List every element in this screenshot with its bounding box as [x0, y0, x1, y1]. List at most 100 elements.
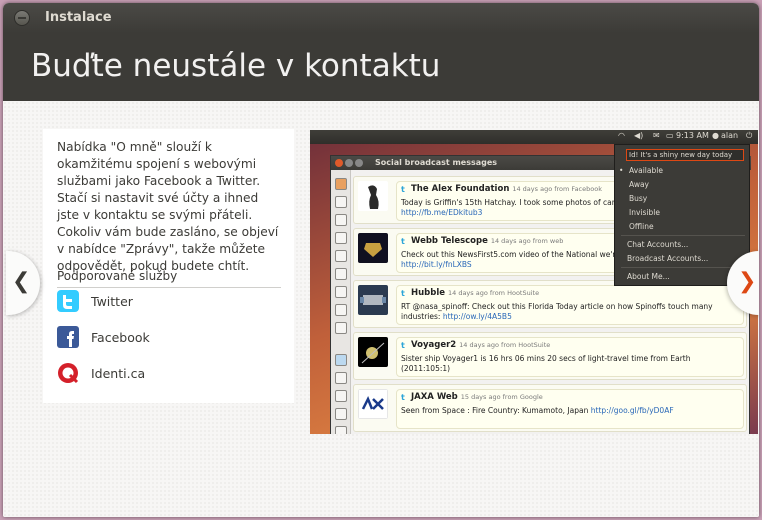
mail-icon	[335, 390, 347, 402]
message-meta: 15 days ago from Google	[460, 393, 543, 401]
menu-status-away[interactable]: Away	[629, 180, 649, 189]
service-identica: Identi.ca	[57, 362, 277, 388]
message-text: RT @nasa_spinoff: Check out this Florida…	[401, 302, 741, 322]
menu-status-available[interactable]: Available	[629, 166, 663, 175]
previous-slide-button[interactable]: ❮	[6, 251, 40, 315]
twitter-icon: t	[401, 185, 405, 194]
maximize-icon	[355, 159, 363, 167]
menu-status-invisible[interactable]: Invisible	[629, 208, 660, 217]
message-link[interactable]: http://ow.ly/4A5B5	[443, 312, 512, 321]
mail-icon: ✉	[653, 131, 660, 140]
volume-icon: ◀)	[634, 131, 644, 140]
service-facebook: Facebook	[57, 326, 277, 352]
link-icon	[335, 268, 347, 280]
identica-icon	[58, 363, 79, 384]
feature-screenshot: ◠ ◀) ✉ ▭ 9:13 AM ● alan ⏻ Social broadca…	[310, 130, 758, 434]
minimize-icon	[345, 159, 353, 167]
avatar	[358, 233, 388, 263]
header-band: Buďte neustále v kontaktu	[3, 33, 759, 101]
power-icon: ⏻	[746, 131, 753, 140]
message-bubble: t Hubble 14 days ago from HootSuite RT @…	[396, 285, 744, 325]
mail-icon	[335, 214, 347, 226]
preview-app-title: Social broadcast messages	[375, 158, 498, 167]
replies-icon	[335, 372, 347, 384]
message-meta: 14 days ago from web	[490, 237, 564, 245]
upload-icon	[335, 322, 347, 334]
menu-status-offline[interactable]: Offline	[629, 222, 654, 231]
message-link[interactable]: http://fb.me/EDkitub3	[401, 208, 482, 217]
twitter-icon: t	[401, 289, 405, 298]
title-bar: Instalace	[3, 3, 759, 33]
message-text: Sister ship Voyager1 is 16 hrs 06 mins 2…	[401, 354, 741, 374]
message-meta: 14 days ago from Facebook	[512, 185, 602, 193]
service-label: Facebook	[91, 330, 150, 345]
slide-content: Nabídka "O mně" slouží k okamžitému spoj…	[3, 101, 759, 517]
message-author: JAXA Web 15 days ago from Google	[411, 392, 543, 402]
service-label: Identi.ca	[91, 366, 146, 381]
me-menu: Id! It's a shiny new day today • Availab…	[614, 144, 750, 286]
menu-separator	[621, 267, 745, 268]
battery-icon: ▭	[666, 131, 674, 140]
menu-broadcast-accounts[interactable]: Broadcast Accounts...	[627, 254, 708, 263]
wifi-icon: ◠	[618, 131, 625, 140]
message-author: Hubble 14 days ago from HootSuite	[411, 288, 539, 298]
message-item: t Hubble 14 days ago from HootSuite RT @…	[353, 280, 747, 328]
avatar	[358, 337, 388, 367]
message-meta: 14 days ago from HootSuite	[459, 341, 551, 349]
service-twitter: Twitter	[57, 290, 277, 316]
panel-clock: 9:13 AM	[676, 131, 709, 140]
close-button[interactable]	[14, 10, 30, 26]
message-bubble: t JAXA Web 15 days ago from Google Seen …	[396, 389, 744, 429]
message-link[interactable]: http://bit.ly/fnLXBS	[401, 260, 472, 269]
message-item: t Voyager2 14 days ago from HootSuite Si…	[353, 332, 747, 380]
jaxa-logo	[358, 389, 388, 419]
message-body: Seen from Space : Fire Country: Kumamoto…	[401, 406, 589, 415]
author-name[interactable]: Voyager2	[411, 340, 456, 350]
star-icon	[335, 232, 347, 244]
user-icon: ●	[712, 131, 719, 140]
message-author: Webb Telescope 14 days ago from web	[411, 236, 563, 246]
avatar	[358, 285, 388, 315]
installer-window: Instalace Buďte neustále v kontaktu Nabí…	[3, 3, 759, 517]
search-icon	[335, 426, 347, 434]
status-message-entry[interactable]: Id! It's a shiny new day today	[626, 149, 744, 161]
author-name[interactable]: Webb Telescope	[411, 236, 488, 246]
menu-separator	[621, 235, 745, 236]
menu-chat-accounts[interactable]: Chat Accounts...	[627, 240, 688, 249]
facebook-icon	[57, 326, 79, 348]
account-icon	[335, 354, 347, 366]
menu-about-me[interactable]: About Me...	[627, 272, 670, 281]
message-bubble: t Voyager2 14 days ago from HootSuite Si…	[396, 337, 744, 377]
author-name[interactable]: JAXA Web	[411, 392, 458, 402]
twitter-icon: t	[401, 341, 405, 350]
selected-indicator-icon: •	[619, 166, 624, 175]
panel-username: alan	[721, 131, 739, 140]
avatar	[358, 181, 388, 211]
service-label: Twitter	[91, 294, 133, 309]
home-icon	[335, 178, 347, 190]
slide-description: Nabídka "O mně" slouží k okamžitému spoj…	[57, 140, 279, 273]
preview-sidebar	[331, 170, 351, 434]
star-icon	[335, 408, 347, 420]
author-name[interactable]: The Alex Foundation	[411, 184, 509, 194]
twitter-icon: t	[401, 393, 405, 402]
search-icon	[335, 250, 347, 262]
image-icon	[335, 286, 347, 298]
preview-top-panel: ◠ ◀) ✉ ▭ 9:13 AM ● alan ⏻	[310, 130, 758, 144]
message-link[interactable]: http://goo.gl/fb/yD0AF	[591, 406, 674, 415]
replies-icon	[335, 196, 347, 208]
author-name[interactable]: Hubble	[411, 288, 445, 298]
message-text: Seen from Space : Fire Country: Kumamoto…	[401, 406, 741, 416]
chevron-right-icon: ❯	[738, 269, 757, 294]
info-panel: Nabídka "O mně" slouží k okamžitému spoj…	[43, 129, 294, 403]
message-meta: 14 days ago from HootSuite	[447, 289, 540, 297]
menu-status-busy[interactable]: Busy	[629, 194, 647, 203]
message-body: Sister ship Voyager1 is 16 hrs 06 mins 2…	[401, 354, 691, 373]
chevron-left-icon: ❮	[12, 269, 31, 294]
close-icon	[335, 159, 343, 167]
services-heading: Podporované služby	[57, 269, 281, 288]
twitter-icon	[57, 290, 79, 312]
window-title: Instalace	[45, 10, 112, 25]
page-title: Buďte neustále v kontaktu	[31, 48, 441, 84]
message-item: t JAXA Web 15 days ago from Google Seen …	[353, 384, 747, 432]
